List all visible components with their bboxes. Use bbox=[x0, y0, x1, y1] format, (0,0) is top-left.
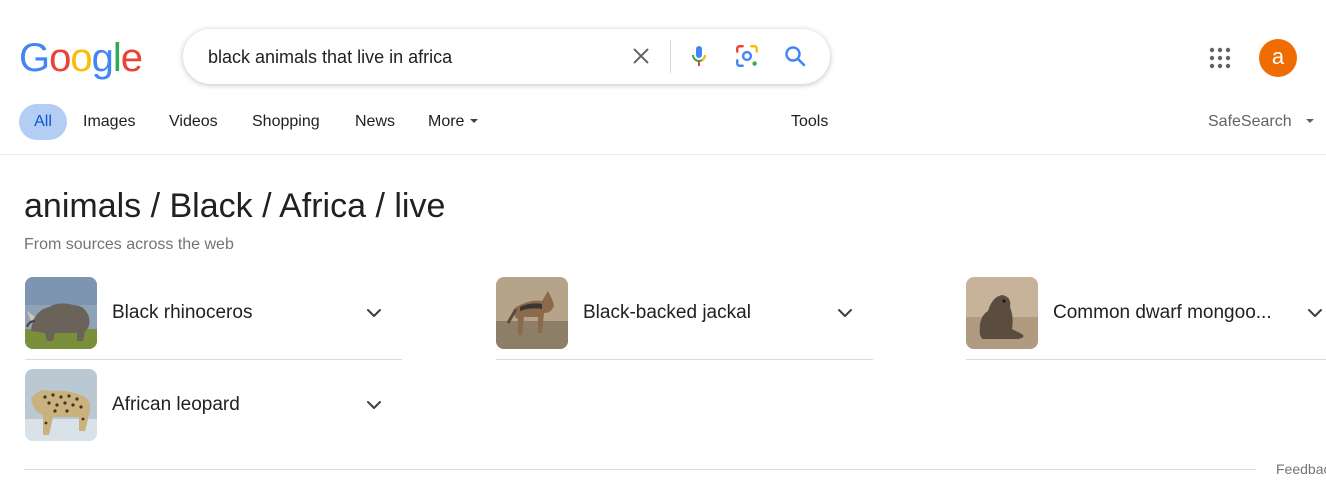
chevron-down-icon[interactable] bbox=[364, 303, 384, 323]
header-divider bbox=[0, 154, 1326, 155]
tab-more-label: More bbox=[428, 113, 465, 130]
entity-item[interactable]: Black rhinoceros bbox=[25, 277, 402, 360]
tab-news[interactable]: News bbox=[355, 104, 395, 140]
search-icon[interactable] bbox=[781, 42, 809, 70]
entity-item[interactable]: Black-backed jackal bbox=[496, 277, 873, 360]
mongoose-photo bbox=[966, 277, 1038, 349]
entity-label: African leopard bbox=[112, 394, 240, 415]
chevron-down-icon[interactable] bbox=[1305, 303, 1325, 323]
apps-grid-icon[interactable] bbox=[1208, 46, 1232, 70]
entity-item[interactable]: African leopard bbox=[25, 369, 402, 452]
entity-label: Black-backed jackal bbox=[583, 302, 751, 323]
entity-divider bbox=[25, 359, 402, 360]
logo-letter: o bbox=[49, 36, 71, 80]
results-subheading: From sources across the web bbox=[24, 236, 234, 253]
rhinoceros-photo bbox=[25, 277, 97, 349]
caret-down-icon bbox=[470, 118, 479, 123]
google-logo[interactable]: Google bbox=[19, 36, 143, 80]
logo-letter: G bbox=[19, 36, 50, 80]
safesearch-label: SafeSearch bbox=[1208, 113, 1292, 130]
avatar[interactable]: a bbox=[1259, 39, 1297, 77]
tab-more[interactable]: More bbox=[428, 104, 479, 140]
leopard-photo bbox=[25, 369, 97, 441]
tab-images[interactable]: Images bbox=[83, 104, 135, 140]
tools-button[interactable]: Tools bbox=[791, 104, 828, 140]
entity-label: Common dwarf mongoo... bbox=[1053, 302, 1272, 323]
logo-letter: l bbox=[112, 36, 122, 80]
logo-letter: o bbox=[70, 36, 92, 80]
feedback-link[interactable]: Feedback bbox=[1276, 461, 1326, 477]
entity-label: Black rhinoceros bbox=[112, 302, 253, 323]
results-heading: animals / Black / Africa / live bbox=[24, 187, 446, 225]
entity-item[interactable]: Common dwarf mongoo... bbox=[966, 277, 1326, 360]
close-icon[interactable] bbox=[627, 42, 655, 70]
camera-lens-icon[interactable] bbox=[733, 42, 761, 70]
jackal-photo bbox=[496, 277, 568, 349]
caret-down-icon bbox=[1305, 118, 1314, 123]
chevron-down-icon[interactable] bbox=[835, 303, 855, 323]
logo-letter: g bbox=[91, 36, 114, 80]
search-input[interactable]: black animals that live in africa bbox=[208, 46, 452, 68]
microphone-icon[interactable] bbox=[685, 42, 713, 70]
entity-divider bbox=[966, 359, 1326, 360]
tab-all[interactable]: All bbox=[19, 104, 67, 140]
tab-videos[interactable]: Videos bbox=[169, 104, 218, 140]
tab-shopping[interactable]: Shopping bbox=[252, 104, 320, 140]
safesearch-menu[interactable]: SafeSearch bbox=[1208, 104, 1314, 140]
search-divider bbox=[670, 40, 671, 73]
search-box[interactable]: black animals that live in africa bbox=[183, 29, 830, 84]
entity-divider bbox=[496, 359, 873, 360]
logo-letter: e bbox=[120, 36, 143, 80]
results-divider bbox=[24, 469, 1256, 470]
chevron-down-icon[interactable] bbox=[364, 395, 384, 415]
